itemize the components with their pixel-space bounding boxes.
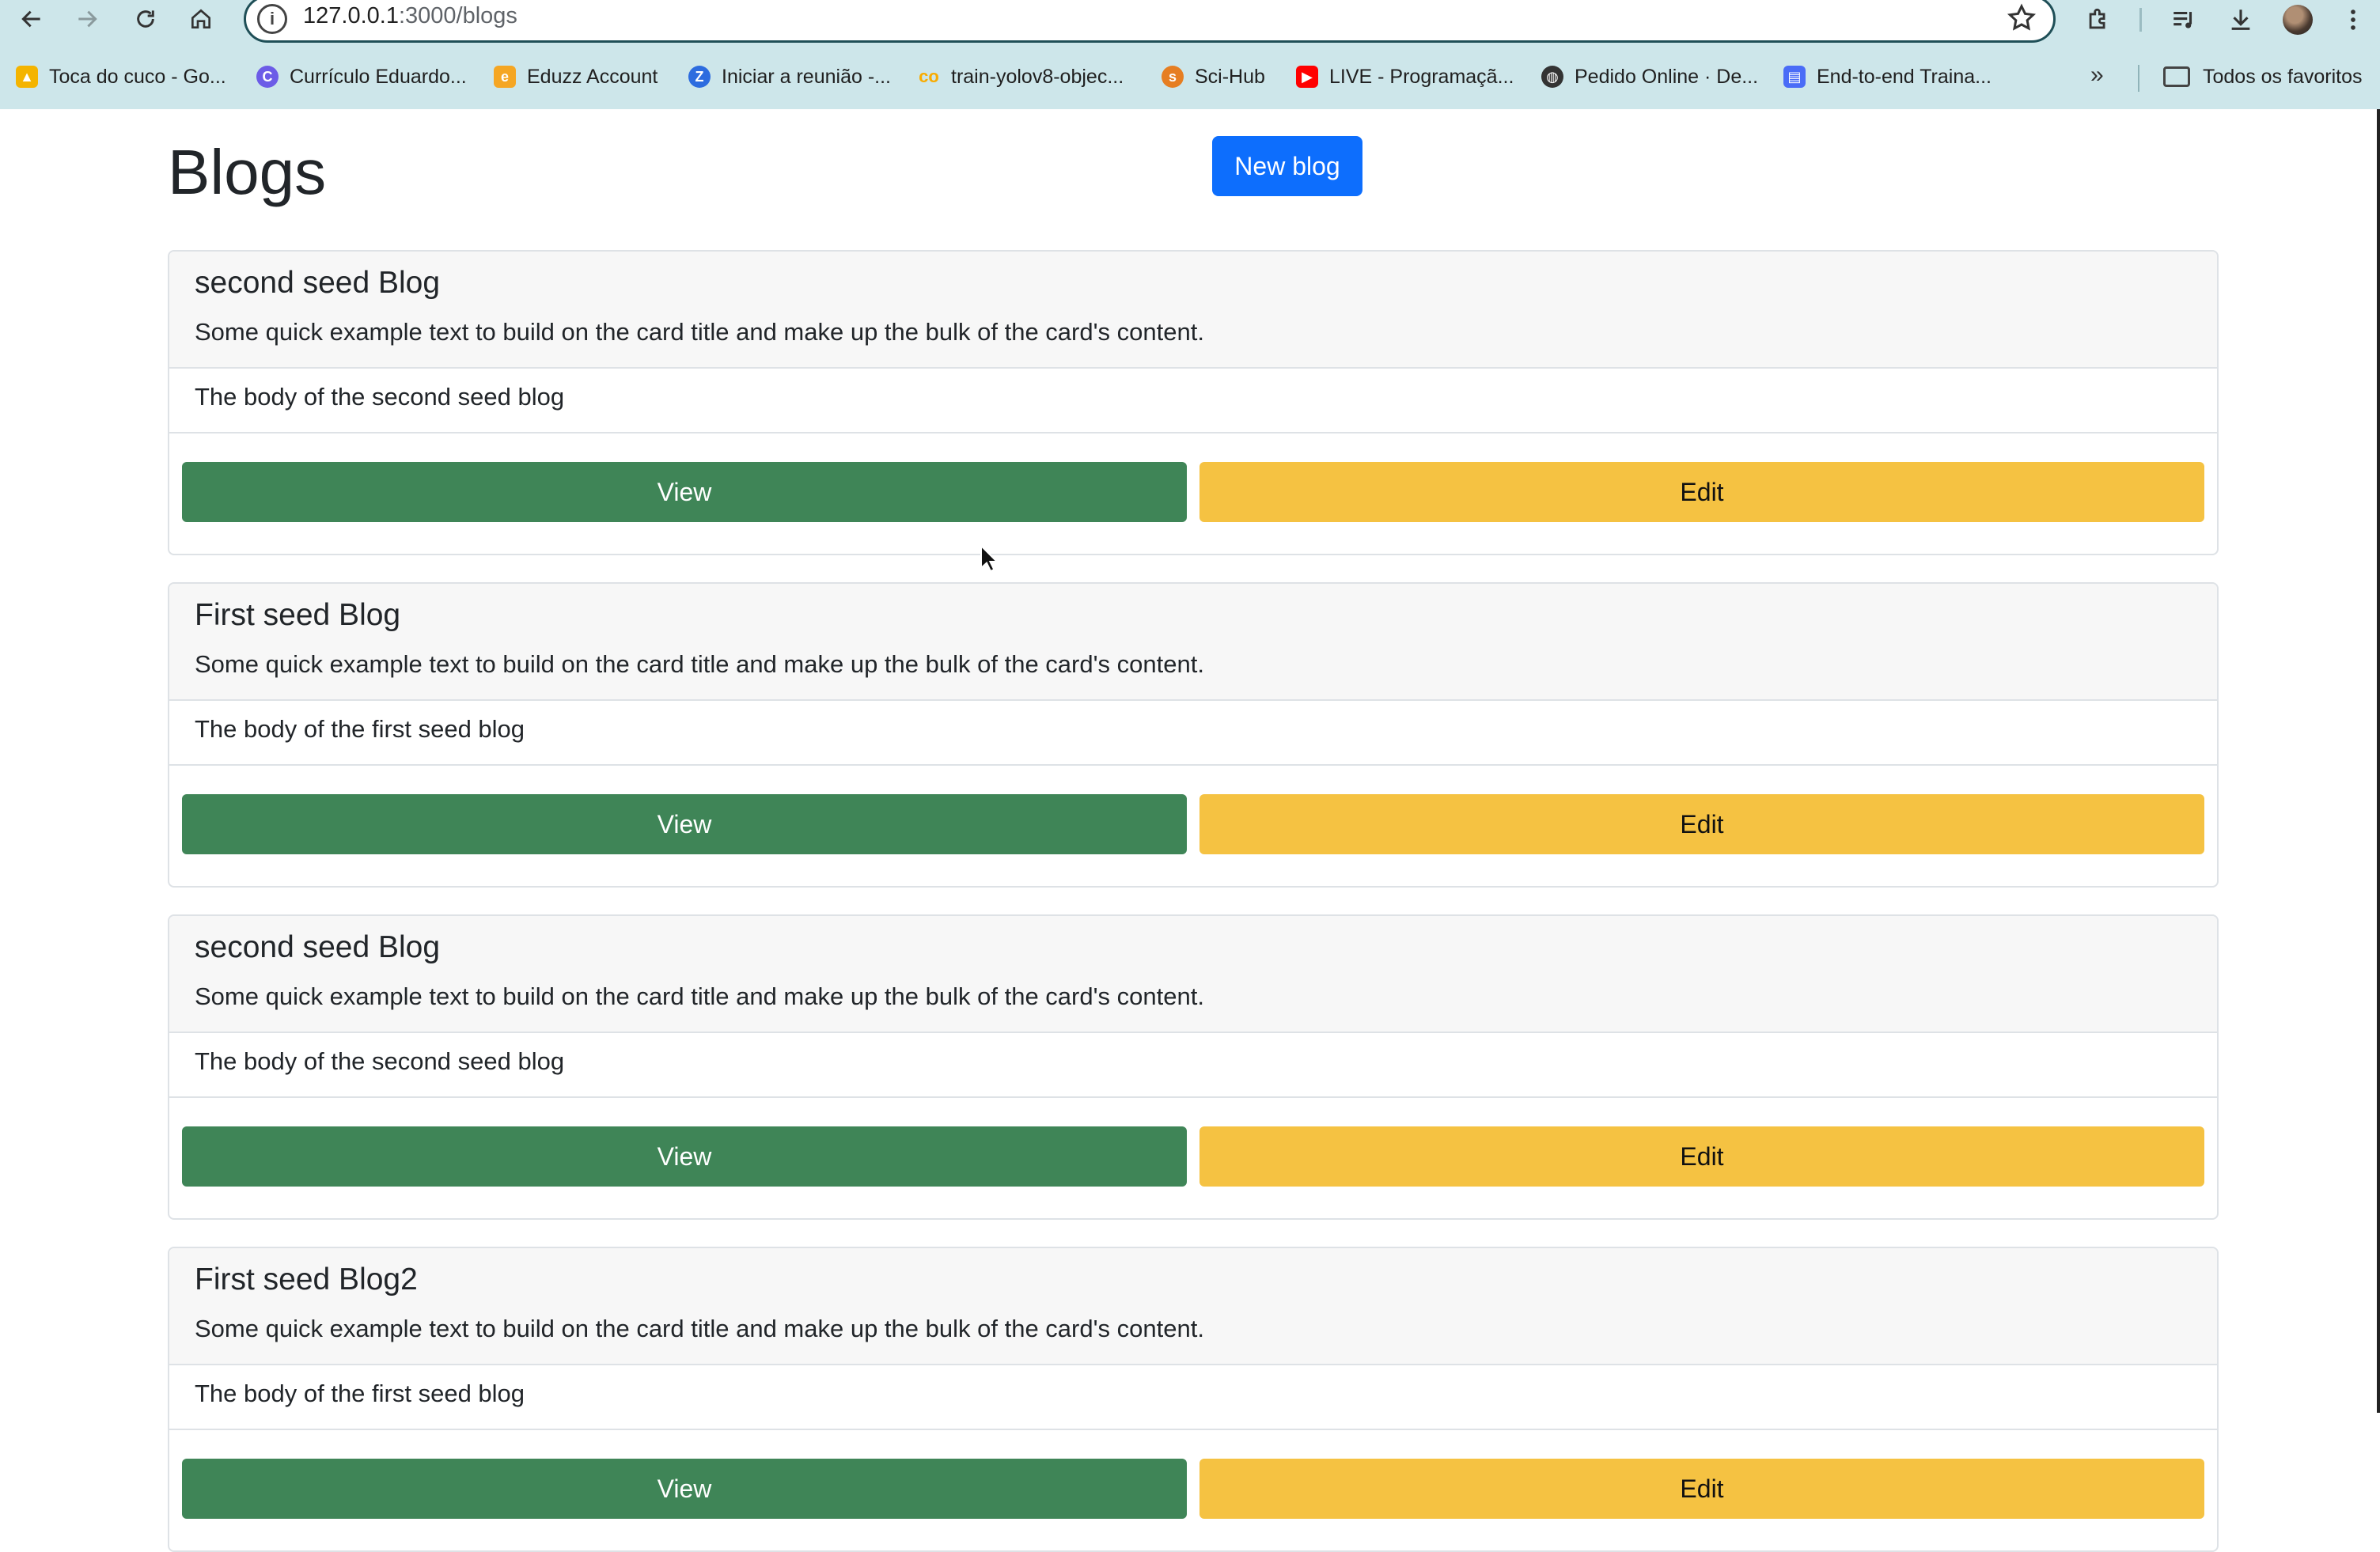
edit-button[interactable]: Edit (1199, 462, 2204, 522)
edit-button[interactable]: Edit (1199, 1459, 2204, 1519)
all-favorites-folder[interactable]: Todos os favoritos (2163, 59, 2363, 95)
download-icon (2231, 9, 2250, 30)
bookmark-label: End-to-end Traina... (1817, 65, 1992, 88)
bookmark-label: Toca do cuco - Go... (49, 65, 226, 88)
card-body-text: The body of the second seed blog (195, 1047, 565, 1075)
bookmarks-bar: ▲ Toca do cuco - Go... C Currículo Eduardo… (0, 59, 2380, 95)
home-icon (191, 9, 210, 28)
blog-card: First seed Blog2 Some quick example text… (168, 1247, 2219, 1552)
browser-toolbar: i 127.0.0.1:3000/blogs (0, 0, 2380, 43)
bookmark-item[interactable]: e Eduzz Account (494, 59, 658, 95)
url-host: 127.0.0.1 (303, 3, 399, 28)
browser-chrome: i 127.0.0.1:3000/blogs ▲ Toca do cuco - G… (0, 0, 2380, 109)
card-header: First seed Blog Some quick example text … (169, 584, 2217, 701)
bookmark-item[interactable]: ▶ LIVE - Programaçã... (1296, 59, 1514, 95)
reload-button[interactable] (128, 3, 163, 35)
window-edge (2377, 109, 2380, 1413)
bookmark-label: Iniciar a reunião -... (722, 65, 891, 88)
card-title: First seed Blog2 (195, 1262, 418, 1296)
media-control-button[interactable] (2166, 3, 2201, 36)
view-button[interactable]: View (182, 1126, 1187, 1187)
extensions-button[interactable] (2081, 3, 2116, 36)
arrow-left-icon (21, 10, 40, 28)
home-button[interactable] (184, 3, 218, 35)
bookmark-label: Eduzz Account (527, 65, 658, 88)
bookmark-item[interactable]: ▲ Toca do cuco - Go... (16, 59, 226, 95)
bookmarks-overflow-button[interactable]: » (2090, 62, 2104, 89)
view-button[interactable]: View (182, 1459, 1187, 1519)
card-header: First seed Blog2 Some quick example text… (169, 1248, 2217, 1365)
profile-avatar[interactable] (2283, 5, 2313, 35)
google-drive-icon: ▲ (16, 66, 38, 88)
page-title: Blogs (168, 137, 327, 207)
reload-icon (137, 10, 154, 28)
folder-icon (2163, 66, 2190, 87)
card-body: The body of the second seed blog (169, 1032, 2217, 1098)
all-favorites-label: Todos os favoritos (2203, 65, 2363, 88)
blog-card: second seed Blog Some quick example text… (168, 250, 2219, 555)
card-subtitle: Some quick example text to build on the … (195, 982, 1204, 1010)
card-title: second seed Blog (195, 266, 441, 300)
kebab-menu-icon (2351, 9, 2355, 30)
page-content: Blogs New blog second seed Blog Some qui… (0, 109, 2380, 1552)
edit-button[interactable]: Edit (1199, 1126, 2204, 1187)
site-info-icon[interactable]: i (257, 4, 287, 34)
bookmark-label: Pedido Online · De... (1575, 65, 1759, 88)
edit-button[interactable]: Edit (1199, 794, 2204, 854)
mouse-cursor-icon (980, 544, 999, 573)
youtube-icon: ▶ (1296, 66, 1318, 88)
bookmark-label: Sci-Hub (1195, 65, 1265, 88)
scihub-icon: s (1162, 66, 1184, 88)
card-subtitle: Some quick example text to build on the … (195, 318, 1204, 346)
address-bar[interactable]: i 127.0.0.1:3000/blogs (244, 0, 2056, 43)
card-title: second seed Blog (195, 930, 441, 964)
bookmark-item[interactable]: ▤ End-to-end Traina... (1783, 59, 1992, 95)
card-body-text: The body of the first seed blog (195, 1380, 525, 1407)
card-body: The body of the first seed blog (169, 1364, 2217, 1430)
blog-card: First seed Blog Some quick example text … (168, 582, 2219, 888)
card-body: The body of the first seed blog (169, 699, 2217, 766)
view-button[interactable]: View (182, 794, 1187, 854)
back-button[interactable] (14, 3, 49, 35)
eduzz-icon: e (494, 66, 516, 88)
bookmark-item[interactable]: co train-yolov8-objec... (918, 59, 1124, 95)
card-header: second seed Blog Some quick example text… (169, 916, 2217, 1033)
bookmark-item[interactable]: s Sci-Hub (1162, 59, 1265, 95)
card-title: First seed Blog (195, 598, 401, 632)
card-body: The body of the second seed blog (169, 367, 2217, 433)
bookmark-star-icon[interactable] (2006, 2, 2037, 34)
arrow-right-icon (78, 10, 97, 28)
card-body-text: The body of the second seed blog (195, 383, 565, 411)
bookmark-item[interactable]: ◍ Pedido Online · De... (1541, 59, 1758, 95)
canva-icon: C (256, 66, 279, 88)
playlist-icon (2173, 11, 2192, 28)
blog-card: second seed Blog Some quick example text… (168, 914, 2219, 1220)
bookmark-item[interactable]: Z Iniciar a reunião -... (688, 59, 891, 95)
card-header: second seed Blog Some quick example text… (169, 252, 2217, 369)
bookmark-label: Currículo Eduardo... (290, 65, 467, 88)
globe-icon: ◍ (1541, 66, 1563, 88)
view-button[interactable]: View (182, 462, 1187, 522)
zoom-icon: Z (688, 66, 711, 88)
toolbar-separator (2139, 8, 2142, 32)
card-subtitle: Some quick example text to build on the … (195, 1315, 1204, 1342)
forward-button[interactable] (70, 3, 104, 35)
card-subtitle: Some quick example text to build on the … (195, 650, 1204, 678)
document-icon: ▤ (1783, 66, 1806, 88)
bookmark-label: LIVE - Programaçã... (1329, 65, 1514, 88)
browser-menu-button[interactable] (2336, 3, 2371, 36)
bookmark-label: train-yolov8-objec... (951, 65, 1124, 88)
url-text[interactable]: 127.0.0.1:3000/blogs (303, 3, 517, 29)
downloads-button[interactable] (2223, 3, 2258, 36)
url-path: :3000/blogs (398, 3, 517, 28)
puzzle-icon (2089, 8, 2105, 29)
bookmarks-separator (2138, 65, 2139, 92)
new-blog-button[interactable]: New blog (1212, 136, 1362, 196)
bookmark-item[interactable]: C Currículo Eduardo... (256, 59, 467, 95)
card-body-text: The body of the first seed blog (195, 715, 525, 743)
colab-icon: co (919, 66, 939, 86)
